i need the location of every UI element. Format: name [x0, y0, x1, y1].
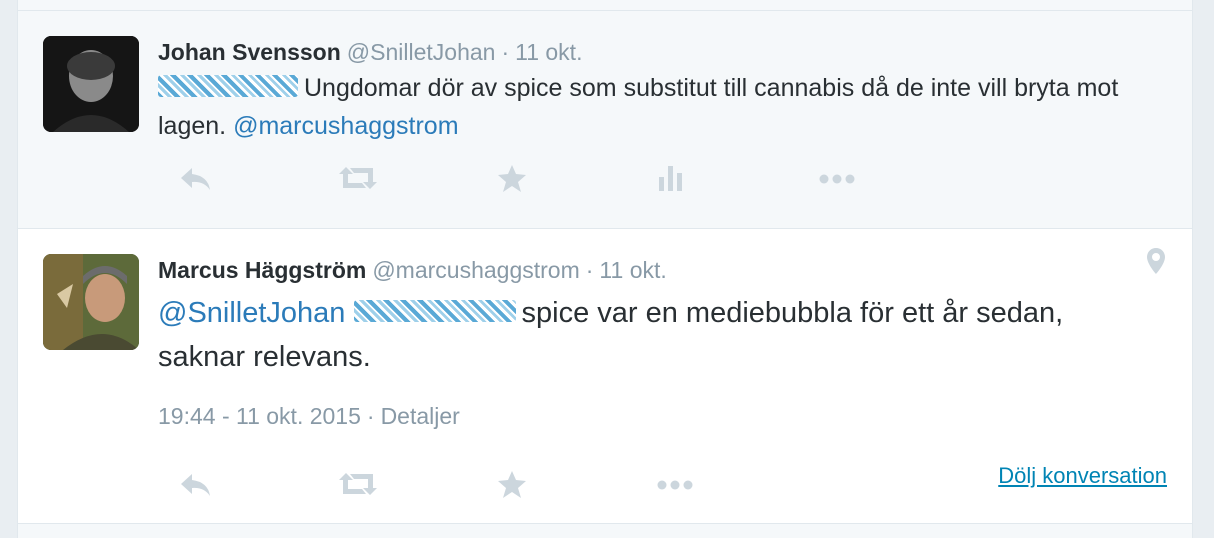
tweet-text: @SnilletJohan spice var en mediebubbla f… [158, 291, 1158, 379]
timeline-frame: Johan Svensson @SnilletJohan · 11 okt. Ungd… [17, 0, 1193, 538]
more-icon[interactable] [818, 163, 858, 193]
retweet-icon[interactable] [338, 163, 378, 193]
more-icon[interactable] [656, 469, 696, 499]
screen-name[interactable]: @marcushaggstrom [372, 257, 579, 283]
tweet-johan[interactable]: Johan Svensson @SnilletJohan · 11 okt. Ungd… [18, 11, 1192, 229]
mention-link[interactable]: @marcushaggstrom [233, 112, 458, 140]
redacted-mentions [158, 75, 298, 98]
mention-link[interactable]: @SnilletJohan [158, 297, 345, 329]
tweet-time[interactable]: 11 okt. [599, 257, 666, 283]
screen-name[interactable]: @SnilletJohan [347, 39, 496, 65]
star-icon[interactable] [496, 469, 536, 499]
separator: · [585, 257, 594, 283]
fullname[interactable]: Marcus Häggström [158, 257, 366, 283]
separator: · [366, 403, 375, 429]
retweet-icon[interactable] [338, 469, 378, 499]
tweet-header: Marcus Häggström @marcushaggstrom · 11 okt. [158, 257, 667, 284]
star-icon[interactable] [496, 163, 536, 193]
fullname[interactable]: Johan Svensson [158, 39, 341, 65]
avatar[interactable] [43, 36, 139, 132]
separator: · [501, 39, 510, 65]
location-pin-icon[interactable] [1146, 247, 1166, 280]
timestamp[interactable]: 19:44 - 11 okt. 2015 [158, 403, 361, 429]
hide-conversation-link[interactable]: Dölj konversation [998, 463, 1167, 489]
tweet-time[interactable]: 11 okt. [515, 39, 582, 65]
tweet-header: Johan Svensson @SnilletJohan · 11 okt. [158, 39, 582, 66]
tweet-marcus[interactable]: Marcus Häggström @marcushaggstrom · 11 okt.… [18, 229, 1192, 524]
tweet-text: Ungdomar dör av spice som substitut till… [158, 69, 1158, 145]
reply-icon[interactable] [178, 469, 218, 499]
reply-icon[interactable] [178, 163, 218, 193]
details-link[interactable]: Detaljer [381, 403, 460, 429]
avatar-photo [43, 36, 139, 132]
tweet-metadata: 19:44 - 11 okt. 2015 · Detaljer [158, 403, 460, 430]
analytics-icon[interactable] [656, 163, 696, 193]
avatar[interactable] [43, 254, 139, 350]
redacted-mentions [353, 300, 516, 323]
avatar-photo [43, 254, 139, 350]
